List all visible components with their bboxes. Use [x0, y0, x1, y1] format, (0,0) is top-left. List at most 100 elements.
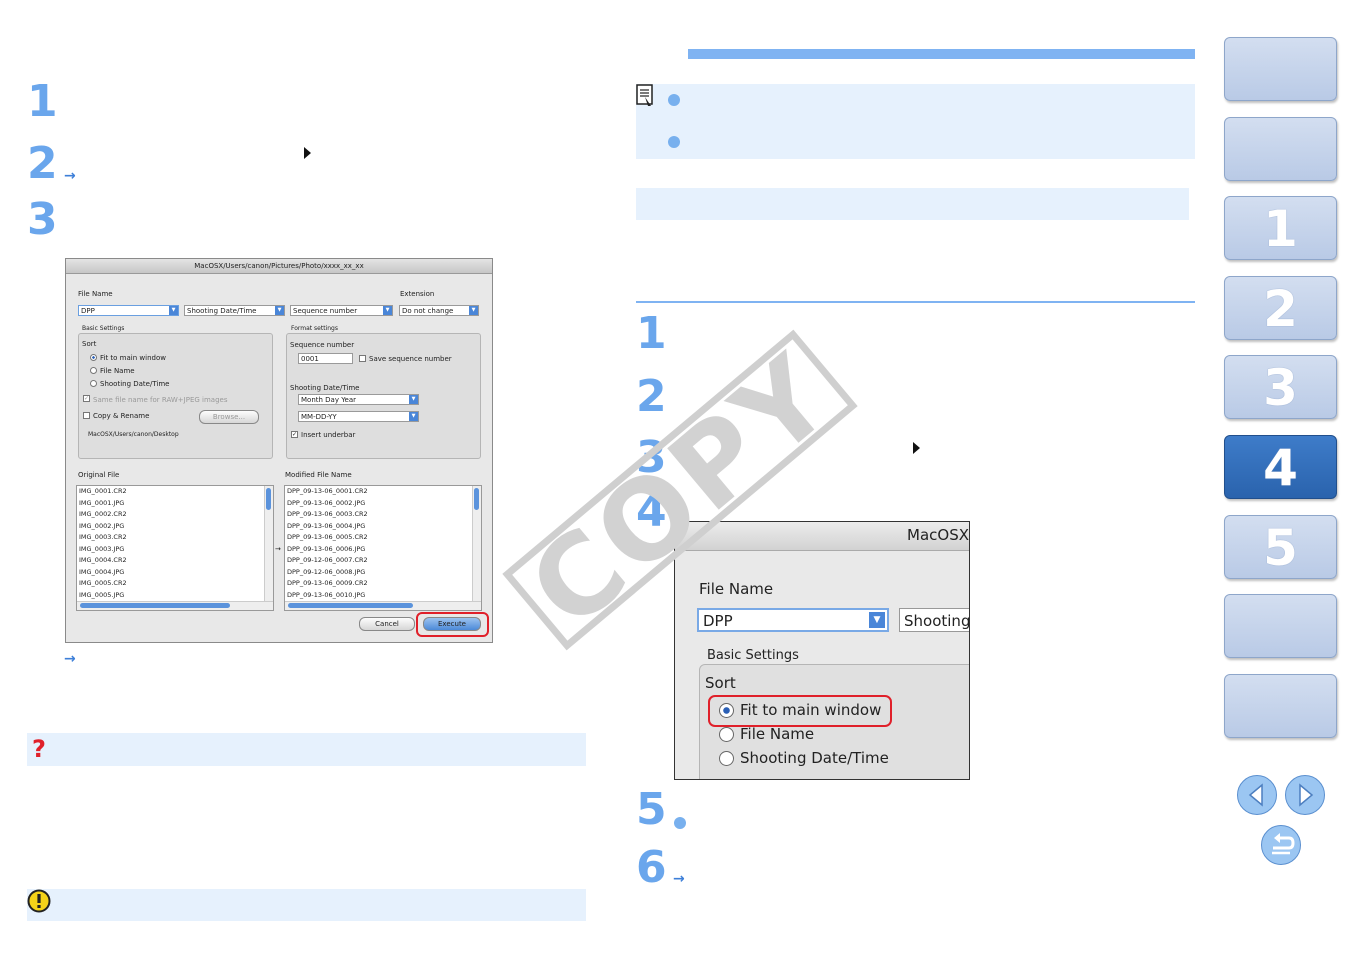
- list-item[interactable]: DPP_09-13-06_0001.CR2: [285, 486, 481, 498]
- chevron-down-icon: ▼: [469, 306, 478, 315]
- arrow-icon: →: [64, 651, 76, 667]
- vertical-scrollbar[interactable]: [472, 486, 481, 602]
- previous-page-button[interactable]: [1237, 775, 1277, 815]
- chapter-number: 1: [1263, 200, 1298, 258]
- nav-tab-chapter-3[interactable]: 3: [1224, 355, 1337, 419]
- list-item[interactable]: IMG_0003.CR2: [77, 532, 273, 544]
- copy-rename-checkbox[interactable]: [83, 412, 90, 419]
- nav-tab-index[interactable]: [1224, 674, 1337, 738]
- list-item[interactable]: DPP_09-12-06_0008.JPG: [285, 567, 481, 579]
- step-number-1: 1: [636, 308, 667, 359]
- sort-radio-datetime[interactable]: [719, 751, 734, 766]
- list-item[interactable]: IMG_0004.JPG: [77, 567, 273, 579]
- list-item[interactable]: IMG_0002.CR2: [77, 509, 273, 521]
- list-item[interactable]: DPP_09-13-06_0004.JPG: [285, 521, 481, 533]
- list-item[interactable]: IMG_0001.CR2: [77, 486, 273, 498]
- nav-tab-intro[interactable]: [1224, 117, 1337, 181]
- nav-tab-reference[interactable]: [1224, 594, 1337, 658]
- next-page-button[interactable]: [1285, 775, 1325, 815]
- original-file-list[interactable]: IMG_0001.CR2 IMG_0001.JPG IMG_0002.CR2 I…: [76, 485, 274, 611]
- arrow-icon: →: [673, 871, 685, 887]
- list-item[interactable]: DPP_09-13-06_0005.CR2: [285, 532, 481, 544]
- fit-highlight: [708, 695, 892, 727]
- chevron-down-icon: ▼: [275, 306, 284, 315]
- sort-radio-filename[interactable]: [719, 727, 734, 742]
- nav-tab-cover[interactable]: [1224, 37, 1337, 101]
- list-item[interactable]: DPP_09-13-06_0003.CR2: [285, 509, 481, 521]
- list-item[interactable]: IMG_0005.JPG: [77, 590, 273, 602]
- list-item[interactable]: IMG_0002.JPG: [77, 521, 273, 533]
- sequence-number-label: Sequence number: [290, 341, 355, 349]
- nav-tab-chapter-2[interactable]: 2: [1224, 276, 1337, 340]
- list-item[interactable]: IMG_0005.CR2: [77, 578, 273, 590]
- sequence-input[interactable]: 0001: [298, 353, 353, 364]
- list-item[interactable]: DPP_09-12-06_0007.CR2: [285, 555, 481, 567]
- file-name-select[interactable]: DPP ▼: [697, 608, 889, 632]
- step-number-2: 2: [636, 371, 667, 422]
- chevron-down-icon: ▼: [169, 306, 178, 315]
- chevron-down-icon: ▼: [869, 612, 885, 628]
- nav-tab-chapter-4[interactable]: 4: [1224, 435, 1337, 499]
- extension-select[interactable]: Do not change ▼: [399, 305, 479, 316]
- name-field-3-value: Sequence number: [293, 307, 358, 315]
- nav-tab-chapter-1[interactable]: 1: [1224, 196, 1337, 260]
- sort-radio-datetime[interactable]: [90, 380, 97, 387]
- file-name-value: DPP: [703, 612, 733, 630]
- sort-option-label: Fit to main window: [100, 354, 166, 362]
- horizontal-scrollbar[interactable]: [77, 601, 273, 610]
- save-sequence-checkbox[interactable]: [359, 355, 366, 362]
- step-number-3: 3: [27, 194, 58, 245]
- list-item[interactable]: DPP_09-13-06_0009.CR2: [285, 578, 481, 590]
- insert-underbar-checkbox[interactable]: ✓: [291, 431, 298, 438]
- sort-radio-filename[interactable]: [90, 367, 97, 374]
- nav-tab-chapter-5[interactable]: 5: [1224, 515, 1337, 579]
- file-name-value: DPP: [81, 307, 95, 315]
- modified-file-label: Modified File Name: [285, 471, 352, 479]
- cancel-button[interactable]: Cancel: [359, 617, 415, 631]
- section-heading-bar: [688, 49, 1195, 59]
- step-number-2: 2: [27, 138, 58, 189]
- original-file-label: Original File: [78, 471, 120, 479]
- horizontal-scrollbar[interactable]: [285, 601, 481, 610]
- destination-path: MacOSX/Users/canon/Desktop: [88, 431, 179, 438]
- scroll-thumb[interactable]: [266, 488, 271, 510]
- note-band: [636, 84, 1195, 159]
- chapter-number: 2: [1263, 280, 1298, 338]
- list-item[interactable]: IMG_0001.JPG: [77, 498, 273, 510]
- return-button[interactable]: [1261, 825, 1301, 865]
- name-field-2-select[interactable]: Shooting Date/Time ▼: [184, 305, 285, 316]
- name-field-2-select[interactable]: Shooting: [899, 608, 969, 632]
- dialog-title: MacOSX/Users/canon/Pictures/Photo/xxxx_x…: [66, 259, 492, 274]
- subheading-band: [636, 188, 1189, 220]
- step-number-1: 1: [27, 76, 58, 127]
- name-field-2-value: Shooting Date/Time: [187, 307, 257, 315]
- list-item[interactable]: DPP_09-13-06_0002.JPG: [285, 498, 481, 510]
- modified-file-list[interactable]: DPP_09-13-06_0001.CR2 DPP_09-13-06_0002.…: [284, 485, 482, 611]
- chapter-number: 5: [1263, 519, 1298, 577]
- sort-label: Sort: [82, 340, 97, 348]
- basic-settings-label: Basic Settings: [82, 325, 125, 332]
- date-order-value: Month Day Year: [301, 396, 357, 404]
- insert-underbar-label: Insert underbar: [301, 431, 356, 439]
- vertical-scrollbar[interactable]: [264, 486, 273, 602]
- same-file-name-label: Same file name for RAW+JPEG images: [93, 396, 228, 404]
- section-divider: [636, 301, 1195, 303]
- scroll-thumb[interactable]: [474, 488, 479, 510]
- name-field-3-select[interactable]: Sequence number ▼: [290, 305, 393, 316]
- date-order-select[interactable]: Month Day Year ▼: [298, 394, 419, 405]
- list-item[interactable]: IMG_0003.JPG: [77, 544, 273, 556]
- date-format-value: MM-DD-YY: [301, 413, 337, 421]
- same-file-name-checkbox[interactable]: ✓: [83, 395, 90, 402]
- tip-band: [27, 733, 586, 766]
- sort-option-label: Shooting Date/Time: [100, 380, 170, 388]
- list-item[interactable]: IMG_0004.CR2: [77, 555, 273, 567]
- save-sequence-label: Save sequence number: [369, 355, 452, 363]
- date-format-select[interactable]: MM-DD-YY ▼: [298, 411, 419, 422]
- list-item[interactable]: DPP_09-13-06_0006.JPG: [285, 544, 481, 556]
- scroll-thumb[interactable]: [288, 603, 413, 608]
- browse-button[interactable]: Browse...: [199, 410, 259, 424]
- list-item[interactable]: DPP_09-13-06_0010.JPG: [285, 590, 481, 602]
- file-name-select[interactable]: DPP ▼: [78, 305, 179, 316]
- sort-radio-fit[interactable]: [90, 354, 97, 361]
- scroll-thumb[interactable]: [80, 603, 230, 608]
